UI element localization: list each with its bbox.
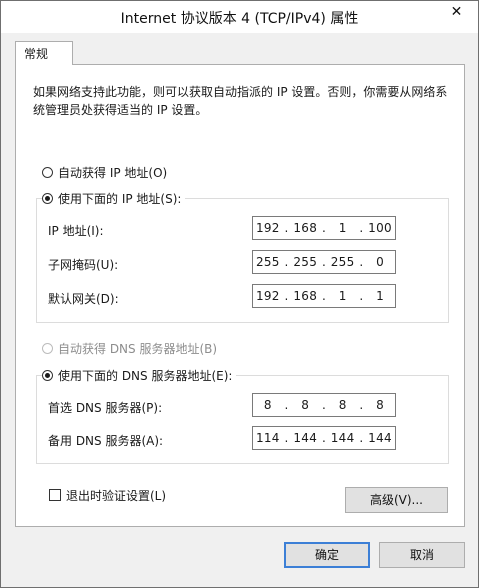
tab-general-label: 常规 [24,47,49,61]
ip-address-octet-4: 100 [368,221,392,235]
subnet-mask-octet-3: 255 [330,255,355,269]
ip-address-octet-2: 168 [293,221,318,235]
alternate-dns-octet-2: 144 [293,431,318,445]
dialog-window: Internet 协议版本 4 (TCP/IPv4) 属性 ✕ 常规 如果网络支… [0,0,479,588]
alternate-dns-octet-4: 144 [368,431,392,445]
radio-auto-ip-indicator [42,166,53,178]
preferred-dns-input[interactable]: 8. 8. 8. 8 [252,393,396,417]
close-button[interactable]: ✕ [443,2,470,22]
radio-auto-ip-label: 自动获得 IP 地址(O) [58,165,168,180]
ip-address-octet-1: 192 [255,221,280,235]
alternate-dns-octet-1: 114 [255,431,280,445]
ok-button[interactable]: 确定 [284,542,370,568]
description-text: 如果网络支持此功能，则可以获取自动指派的 IP 设置。否则，你需要从网络系统管理… [33,85,448,117]
close-icon: ✕ [450,4,463,20]
cancel-button[interactable]: 取消 [379,542,465,568]
radio-auto-ip[interactable]: 自动获得 IP 地址(O) [42,163,172,181]
radio-manual-ip-indicator [42,192,53,204]
radio-manual-dns-label: 使用下面的 DNS 服务器地址(E): [58,368,233,383]
subnet-mask-octet-2: 255 [293,255,318,269]
subnet-mask-label: 子网掩码(U): [48,258,119,272]
tab-general[interactable]: 常规 [15,41,73,65]
radio-auto-dns-indicator [42,342,53,354]
default-gateway-octet-3: 1 [338,289,347,303]
validate-on-exit-box [49,489,61,501]
default-gateway-octet-2: 168 [293,289,318,303]
dns-group [36,375,449,464]
alternate-dns-input[interactable]: 114. 144. 144. 144 [252,426,396,450]
window-title: Internet 协议版本 4 (TCP/IPv4) 属性 [120,11,359,27]
radio-auto-dns-label: 自动获得 DNS 服务器地址(B) [58,341,218,356]
subnet-mask-input[interactable]: 255. 255. 255. 0 [252,250,396,274]
ip-address-input[interactable]: 192. 168. 1. 100 [252,216,396,240]
preferred-dns-octet-2: 8 [301,398,310,412]
radio-manual-ip[interactable]: 使用下面的 IP 地址(S): [42,189,186,207]
preferred-dns-octet-1: 8 [263,398,272,412]
radio-manual-dns-indicator [42,369,53,381]
ip-address-label: IP 地址(I): [48,224,104,238]
title-bar: Internet 协议版本 4 (TCP/IPv4) 属性 ✕ [1,1,478,33]
radio-manual-dns[interactable]: 使用下面的 DNS 服务器地址(E): [42,366,237,384]
subnet-mask-octet-4: 0 [376,255,385,269]
default-gateway-octet-4: 1 [376,289,385,303]
preferred-dns-octet-4: 8 [376,398,385,412]
preferred-dns-label: 首选 DNS 服务器(P): [48,401,163,415]
validate-on-exit-label: 退出时验证设置(L) [66,488,167,503]
default-gateway-label: 默认网关(D): [48,292,119,306]
default-gateway-octet-1: 192 [255,289,280,303]
general-panel: 如果网络支持此功能，则可以获取自动指派的 IP 设置。否则，你需要从网络系统管理… [15,64,465,527]
default-gateway-input[interactable]: 192. 168. 1. 1 [252,284,396,308]
alternate-dns-octet-3: 144 [330,431,355,445]
subnet-mask-octet-1: 255 [255,255,280,269]
validate-on-exit-checkbox[interactable]: 退出时验证设置(L) [49,486,166,504]
preferred-dns-octet-3: 8 [338,398,347,412]
radio-manual-ip-label: 使用下面的 IP 地址(S): [58,191,182,206]
radio-auto-dns[interactable]: 自动获得 DNS 服务器地址(B) [42,339,222,357]
ip-address-octet-3: 1 [338,221,347,235]
alternate-dns-label: 备用 DNS 服务器(A): [48,434,164,448]
advanced-button[interactable]: 高级(V)... [345,487,448,513]
